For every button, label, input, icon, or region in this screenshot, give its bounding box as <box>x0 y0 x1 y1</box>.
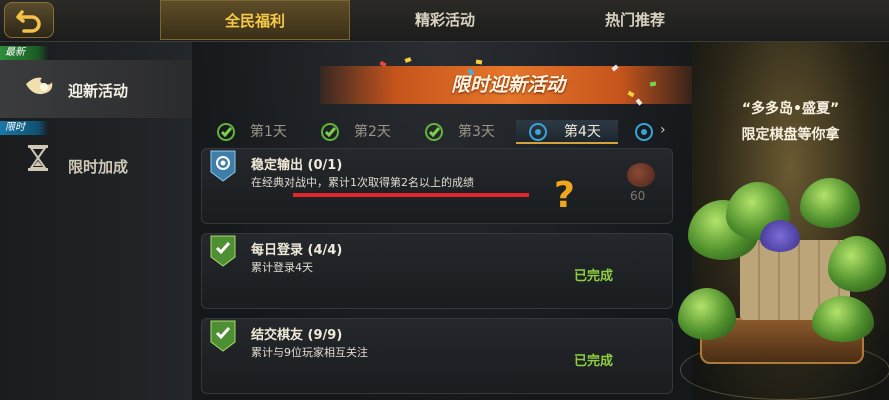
sidebar-item-timed-bonus[interactable]: 限时加成 <box>68 156 128 177</box>
tab-events[interactable]: 精彩活动 <box>350 0 540 40</box>
check-icon <box>217 123 235 141</box>
back-button[interactable] <box>4 2 54 38</box>
palm-leaf <box>812 296 874 342</box>
reward-item-icon <box>627 163 655 187</box>
task-progress: (0/1) <box>307 158 343 173</box>
question-mark-annotation: ? <box>554 175 575 216</box>
confetti <box>475 59 483 65</box>
task-complete-badge-icon <box>210 235 236 267</box>
target-icon <box>635 123 653 141</box>
task-status: 已完成 <box>574 354 614 369</box>
tab-recommended[interactable]: 热门推荐 <box>540 0 730 40</box>
check-icon <box>321 123 339 141</box>
task-description: 累计与9位玩家相互关注 <box>251 346 368 359</box>
task-progress: (9/9) <box>307 328 343 343</box>
task-pending-badge-icon <box>210 150 236 182</box>
task-status: 已完成 <box>574 269 614 284</box>
tab-day-2[interactable]: 第2天 <box>320 120 416 144</box>
banner-title: 限时迎新活动 <box>450 74 565 96</box>
promo-title: “多多岛•盛夏” <box>741 101 840 117</box>
tab-day-3[interactable]: 第3天 <box>424 120 520 144</box>
tab-welfare[interactable]: 全民福利 <box>160 0 350 40</box>
task-title: 每日登录 (4/4) <box>251 243 343 258</box>
limited-tag: 限时 <box>0 121 48 135</box>
back-arrow-icon <box>16 10 41 33</box>
task-description: 在经典对战中，累计1次取得第2名以上的成绩 <box>251 176 474 189</box>
check-icon <box>425 123 443 141</box>
hourglass-icon[interactable] <box>26 144 50 172</box>
day-tab-label: 第2天 <box>354 124 391 140</box>
task-complete-badge-icon <box>210 320 236 352</box>
chevron-right-icon[interactable]: › <box>660 122 666 138</box>
target-icon <box>529 123 547 141</box>
day-tab-label: 第4天 <box>564 124 601 140</box>
new-tag: 最新 <box>0 46 48 60</box>
task-title: 稳定输出 (0/1) <box>251 158 343 173</box>
red-underline-annotation <box>293 193 529 197</box>
reward-count: 60 <box>630 189 646 203</box>
promo-subtitle: 限定棋盘等你拿 <box>741 127 840 143</box>
day-tab-label: 第3天 <box>458 124 495 140</box>
task-progress: (4/4) <box>307 243 343 258</box>
tab-day-1[interactable]: 第1天 <box>216 120 312 144</box>
day-tab-label: 第1天 <box>250 124 287 140</box>
flame-icon <box>26 77 53 95</box>
tab-day-4[interactable]: 第4天 <box>516 120 618 144</box>
tab-day-5[interactable] <box>634 120 658 144</box>
flower-cluster <box>760 220 800 252</box>
task-title: 结交棋友 (9/9) <box>251 328 343 343</box>
task-description: 累计登录4天 <box>251 261 313 274</box>
sidebar-item-label: 迎新活动 <box>68 82 129 100</box>
